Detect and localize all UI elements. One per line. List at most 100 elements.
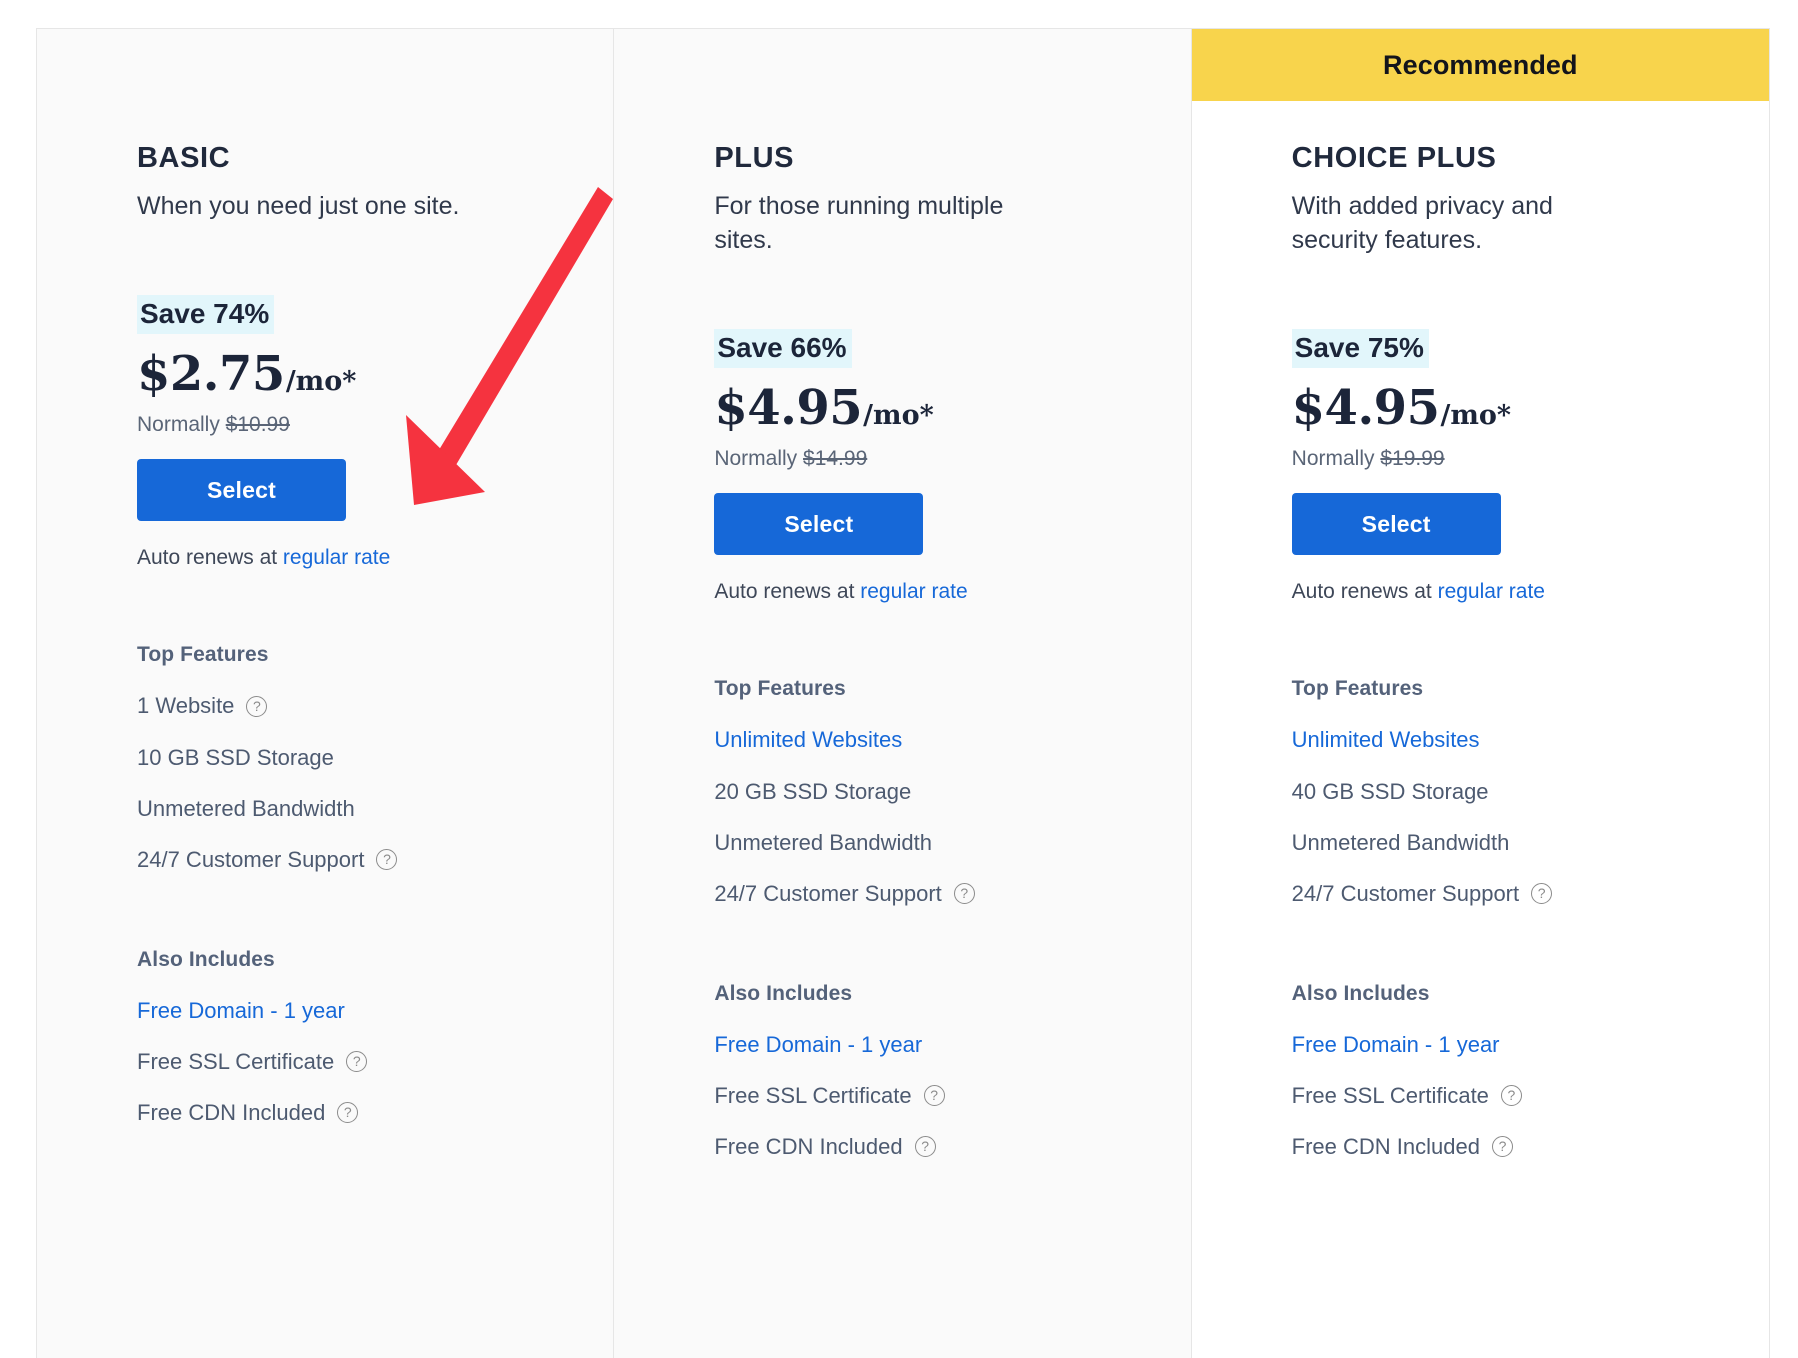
help-circle-icon[interactable]: ? [953,883,975,905]
help-circle-icon[interactable]: ? [376,849,398,871]
feature-label: Free CDN Included [714,1134,903,1160]
regular-rate-link[interactable]: regular rate [283,546,390,569]
top-features-list: 1 Website? 10 GB SSD Storage Unmetered Ban… [137,693,613,872]
select-button[interactable]: Select [1291,493,1501,556]
auto-renew-text: Auto renews at [1291,580,1438,604]
top-features-list: Unlimited Websites 40 GB SSD Storage Unmet… [1292,727,1769,906]
help-circle-icon[interactable]: ? [1491,1136,1513,1158]
feature-label: 1 Website [137,693,235,719]
feature-item[interactable]: Unlimited Websites [714,727,1190,752]
plan-tagline: With added privacy and security features… [1291,192,1553,254]
top-features-heading: Top Features [1291,677,1424,701]
banner-placeholder-basic [37,29,613,101]
also-includes-heading: Also Includes [137,947,275,971]
feature-item[interactable]: Free Domain - 1 year [714,1032,1190,1057]
price-period: /mo* [285,366,357,398]
feature-item: Free CDN Included? [714,1134,1190,1159]
auto-renew-text: Auto renews at [714,580,861,604]
auto-renew-note: Auto renews at regular rate [714,581,1190,602]
feature-label: 24/7 Customer Support [1291,881,1520,907]
plan-column-choice-plus: Recommended CHOICE PLUS With added priva… [1191,29,1769,1358]
normally-label: Normally [1291,447,1381,471]
feature-item[interactable]: Free Domain - 1 year [1292,1032,1769,1057]
plan-title: CHOICE PLUS [1291,142,1497,174]
plan-body-plus: PLUS For those running multiple sites. S… [614,144,1190,1159]
help-circle-icon[interactable]: ? [923,1084,945,1106]
plan-tagline: For those running multiple sites. [714,192,1004,254]
recommended-badge-label: Recommended [1382,49,1578,80]
feature-item: 1 Website? [137,693,613,718]
feature-item: Free CDN Included? [1292,1134,1769,1159]
feature-label: Free SSL Certificate [1291,1082,1489,1108]
help-circle-icon[interactable]: ? [337,1102,359,1124]
feature-item[interactable]: Unlimited Websites [1292,727,1769,752]
normally-label: Normally [137,413,226,437]
plan-body-basic: BASIC When you need just one site. Save … [37,144,613,1125]
feature-label: Free CDN Included [137,1100,326,1126]
save-badge-wrap: Save 75% [1291,329,1769,369]
feature-item: Unmetered Bandwidth [714,830,1190,855]
price-row: $4.95 /mo* [1292,384,1769,432]
also-includes-list: Free Domain - 1 year Free SSL Certificate… [714,1032,1190,1160]
help-circle-icon[interactable]: ? [914,1136,936,1158]
save-badge: Save 74% [137,295,275,335]
feature-label: Free Domain - 1 year [714,1031,923,1057]
feature-label: Unmetered Bandwidth [714,829,933,855]
feature-item: Free CDN Included? [137,1100,613,1125]
select-button[interactable]: Select [137,459,346,522]
feature-item: 24/7 Customer Support? [1292,881,1769,906]
feature-label: 24/7 Customer Support [714,881,942,907]
feature-label: Free SSL Certificate [714,1082,912,1108]
feature-item: 24/7 Customer Support? [714,881,1190,906]
banner-placeholder-plus [614,29,1190,101]
also-includes-list: Free Domain - 1 year Free SSL Certificate… [1292,1032,1769,1160]
feature-label: Free Domain - 1 year [137,997,345,1023]
save-badge: Save 66% [714,329,852,369]
recommended-banner: Recommended [1191,29,1769,101]
plan-column-plus: PLUS For those running multiple sites. S… [614,29,1192,1358]
feature-item: Free SSL Certificate? [137,1049,613,1074]
feature-item: Free SSL Certificate? [714,1083,1190,1108]
regular-rate-link[interactable]: regular rate [860,580,967,603]
plan-tagline: When you need just one site. [137,192,460,220]
feature-item: 20 GB SSD Storage [714,779,1190,804]
select-button[interactable]: Select [714,493,924,556]
feature-item: Free SSL Certificate? [1292,1083,1769,1108]
feature-label: 10 GB SSD Storage [137,744,334,770]
help-circle-icon[interactable]: ? [346,1050,368,1072]
price-period: /mo* [1440,400,1512,432]
feature-label: Free CDN Included [1291,1134,1480,1160]
price-period: /mo* [863,400,934,432]
top-features-list: Unlimited Websites 20 GB SSD Storage Unmet… [714,727,1190,906]
normally-label: Normally [714,447,804,471]
price-amount: $2.75 [137,346,285,403]
help-circle-icon[interactable]: ? [246,695,268,717]
price-row: $2.75 /mo* [137,350,613,398]
top-features-heading: Top Features [137,643,269,667]
normally-struck-price: $19.99 [1380,447,1445,471]
feature-item: 40 GB SSD Storage [1292,779,1769,804]
normally-struck-price: $14.99 [803,447,868,471]
auto-renew-note: Auto renews at regular rate [1292,581,1769,602]
feature-label: Unlimited Websites [714,727,903,753]
also-includes-heading: Also Includes [1291,981,1430,1005]
normally-price-row: Normally $19.99 [1292,448,1769,469]
save-badge-wrap: Save 74% [137,295,613,335]
feature-label: Unlimited Websites [1291,727,1480,753]
save-badge: Save 75% [1291,329,1429,369]
feature-item[interactable]: Free Domain - 1 year [137,998,613,1023]
plan-column-basic: BASIC When you need just one site. Save … [37,29,615,1358]
normally-price-row: Normally $14.99 [714,448,1190,469]
plan-title: BASIC [137,142,231,174]
feature-label: Free SSL Certificate [137,1048,335,1074]
normally-struck-price: $10.99 [225,413,290,437]
feature-item: 10 GB SSD Storage [137,745,613,770]
price-row: $4.95 /mo* [714,384,1190,432]
pricing-plans-card: BASIC When you need just one site. Save … [36,28,1770,1358]
help-circle-icon[interactable]: ? [1500,1084,1522,1106]
help-circle-icon[interactable]: ? [1531,883,1553,905]
price-amount: $4.95 [714,380,863,437]
also-includes-list: Free Domain - 1 year Free SSL Certificate… [137,998,613,1126]
normally-price-row: Normally $10.99 [137,414,613,435]
regular-rate-link[interactable]: regular rate [1438,580,1545,603]
